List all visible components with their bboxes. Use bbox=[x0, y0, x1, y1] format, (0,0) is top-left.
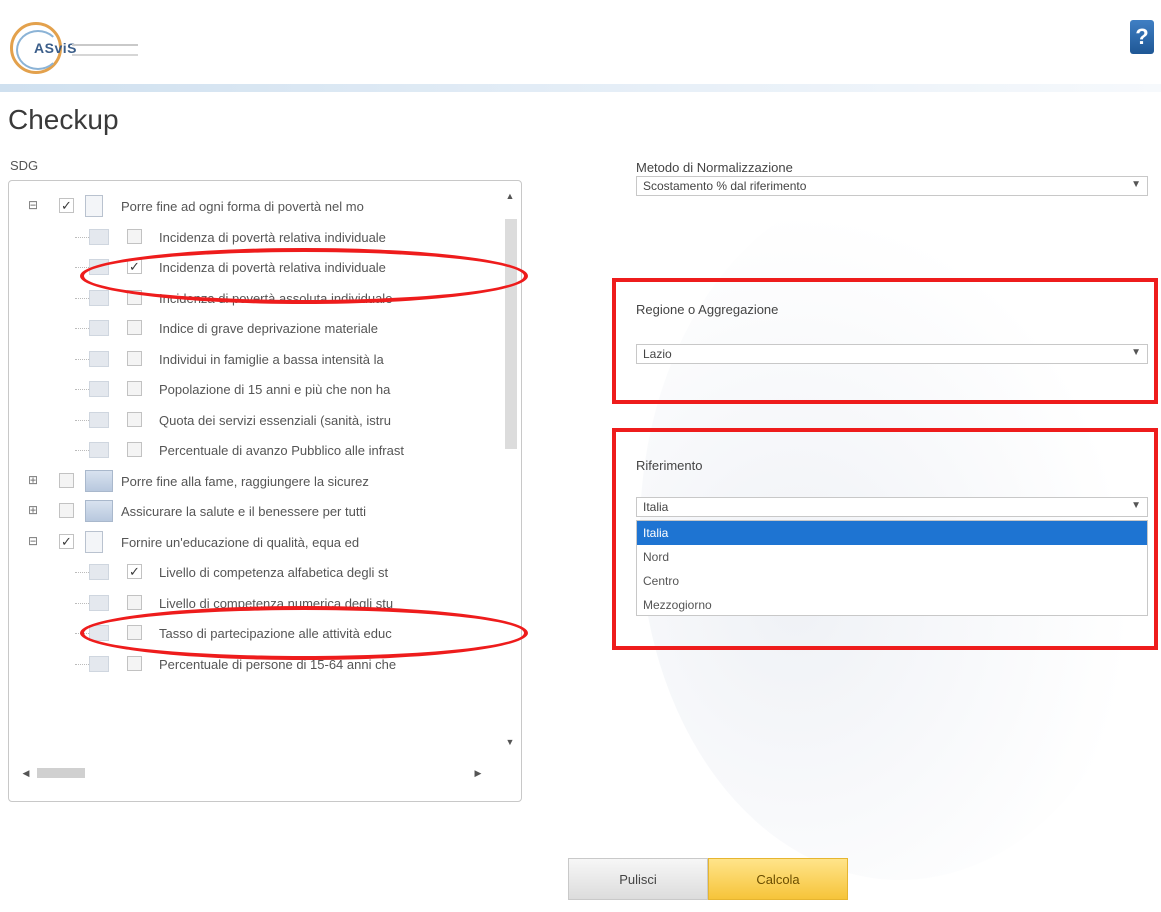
tree-item-label: Livello di competenza alfabetica degli s… bbox=[159, 565, 389, 580]
tree-connector bbox=[75, 297, 89, 299]
tree-leaf[interactable]: Percentuale di avanzo Pubblico alle infr… bbox=[9, 435, 499, 466]
collapse-icon[interactable]: ⊟ bbox=[27, 535, 39, 547]
indicator-icon bbox=[89, 289, 109, 306]
header: ASviS ? bbox=[0, 0, 1161, 88]
tree-item-label: Assicurare la salute e il benessere per … bbox=[121, 504, 366, 519]
tree-leaf[interactable]: Popolazione di 15 anni e più che non ha bbox=[9, 374, 499, 405]
tree-checkbox[interactable]: ✓ bbox=[59, 198, 74, 213]
tree-checkbox[interactable] bbox=[59, 503, 74, 518]
scroll-thumb[interactable] bbox=[505, 219, 517, 449]
page-title: Checkup bbox=[8, 104, 119, 135]
indicator-icon bbox=[89, 442, 109, 458]
tree-checkbox[interactable]: ✓ bbox=[127, 564, 142, 579]
tree-leaf[interactable]: Quota dei servizi essenziali (sanità, is… bbox=[9, 405, 499, 436]
tree-item-label: Porre fine alla fame, raggiungere la sic… bbox=[121, 473, 369, 489]
tree-checkbox[interactable] bbox=[127, 655, 142, 671]
indicator-icon bbox=[89, 411, 109, 428]
tree-connector bbox=[75, 572, 89, 573]
goal-icon bbox=[85, 469, 113, 492]
tree-leaf[interactable]: Indice di grave deprivazione materiale bbox=[9, 313, 499, 344]
scroll-right-icon[interactable]: ▶ bbox=[471, 765, 485, 781]
chevron-down-icon: ▼ bbox=[1131, 179, 1141, 190]
asvis-logo: ASviS bbox=[10, 22, 140, 74]
normalization-value: Scostamento % dal riferimento bbox=[643, 179, 807, 193]
tree-leaf[interactable]: Individui in famiglie a bassa intensità … bbox=[9, 344, 499, 375]
tree-item-label: Fornire un'educazione di qualità, equa e… bbox=[121, 534, 360, 550]
help-button[interactable]: ? bbox=[1130, 20, 1154, 54]
annotation-rect-reference bbox=[612, 428, 1158, 650]
scroll-down-icon[interactable]: ▼ bbox=[503, 737, 517, 751]
tree-connector bbox=[75, 389, 89, 390]
tree-label: SDG bbox=[10, 158, 39, 173]
tree-connector bbox=[75, 358, 89, 360]
tree-item-label: Indice di grave deprivazione materiale bbox=[159, 321, 378, 336]
tree-item-label: Porre fine ad ogni forma di povertà nel … bbox=[121, 199, 364, 214]
tree-checkbox[interactable] bbox=[127, 320, 142, 335]
goal-icon bbox=[85, 500, 113, 522]
tree-item-label: Popolazione di 15 anni e più che non ha bbox=[159, 382, 391, 397]
calculate-button[interactable]: Calcola bbox=[708, 858, 848, 900]
indicator-icon bbox=[89, 381, 109, 397]
logo-tagline bbox=[72, 44, 138, 56]
header-divider bbox=[0, 84, 1161, 92]
annotation-ellipse-row-1 bbox=[80, 248, 528, 304]
indicator-icon bbox=[89, 320, 109, 336]
expand-icon[interactable]: ⊞ bbox=[27, 474, 39, 486]
tree-item-label: Percentuale di avanzo Pubblico alle infr… bbox=[159, 443, 404, 458]
tree-item-label: Quota dei servizi essenziali (sanità, is… bbox=[159, 412, 391, 428]
indicator-icon bbox=[89, 655, 109, 672]
tree-leaf[interactable]: ✓ Livello di competenza alfabetica degli … bbox=[9, 557, 499, 588]
horizontal-scrollbar[interactable]: ◀ ▶ bbox=[19, 765, 487, 781]
tree-connector bbox=[75, 663, 89, 665]
tree-connector bbox=[75, 602, 89, 604]
tree-leaf[interactable]: Incidenza di povertà relativa individual… bbox=[9, 222, 499, 253]
goal-icon bbox=[85, 530, 103, 553]
expand-icon[interactable]: ⊞ bbox=[27, 504, 39, 516]
scroll-up-icon[interactable]: ▲ bbox=[503, 191, 517, 205]
tree-checkbox[interactable] bbox=[127, 228, 142, 244]
tree-checkbox[interactable] bbox=[127, 411, 142, 427]
tree-node[interactable]: ⊞ Assicurare la salute e il benessere per… bbox=[9, 496, 499, 527]
indicator-icon bbox=[89, 228, 109, 245]
goal-icon bbox=[85, 195, 103, 217]
tree-node[interactable]: ⊞ Porre fine alla fame, raggiungere la si… bbox=[9, 466, 499, 497]
indicator-icon bbox=[89, 564, 109, 580]
normalization-select[interactable]: Scostamento % dal riferimento ▼ bbox=[636, 176, 1148, 196]
tree-checkbox[interactable] bbox=[127, 442, 142, 457]
tree-checkbox[interactable]: ✓ bbox=[59, 533, 74, 549]
tree-checkbox[interactable] bbox=[127, 381, 142, 396]
annotation-ellipse-row-2 bbox=[80, 606, 528, 660]
tree-connector bbox=[75, 328, 89, 329]
tree-checkbox[interactable] bbox=[127, 350, 142, 366]
tree-connector bbox=[75, 419, 89, 421]
tree-checkbox[interactable] bbox=[127, 594, 142, 610]
indicator-icon bbox=[89, 350, 109, 367]
tree-node[interactable]: ⊟ ✓ Porre fine ad ogni forma di povertà ne… bbox=[9, 191, 499, 222]
tree-connector bbox=[75, 450, 89, 451]
indicator-icon bbox=[89, 594, 109, 611]
reset-button[interactable]: Pulisci bbox=[568, 858, 708, 900]
tree-node[interactable]: ⊟ ✓ Fornire un'educazione di qualità, equa… bbox=[9, 527, 499, 558]
tree-connector bbox=[75, 236, 89, 238]
hscroll-thumb[interactable] bbox=[37, 768, 85, 778]
annotation-rect-region bbox=[612, 278, 1158, 404]
tree-item-label: Individui in famiglie a bassa intensità … bbox=[159, 351, 384, 367]
scroll-left-icon[interactable]: ◀ bbox=[19, 765, 33, 781]
logo-text: ASviS bbox=[34, 40, 77, 56]
tree-checkbox[interactable] bbox=[59, 472, 74, 488]
collapse-icon[interactable]: ⊟ bbox=[27, 199, 39, 211]
tree-item-label: Incidenza di povertà relativa individual… bbox=[159, 229, 386, 245]
normalization-label: Metodo di Normalizzazione bbox=[636, 160, 793, 175]
